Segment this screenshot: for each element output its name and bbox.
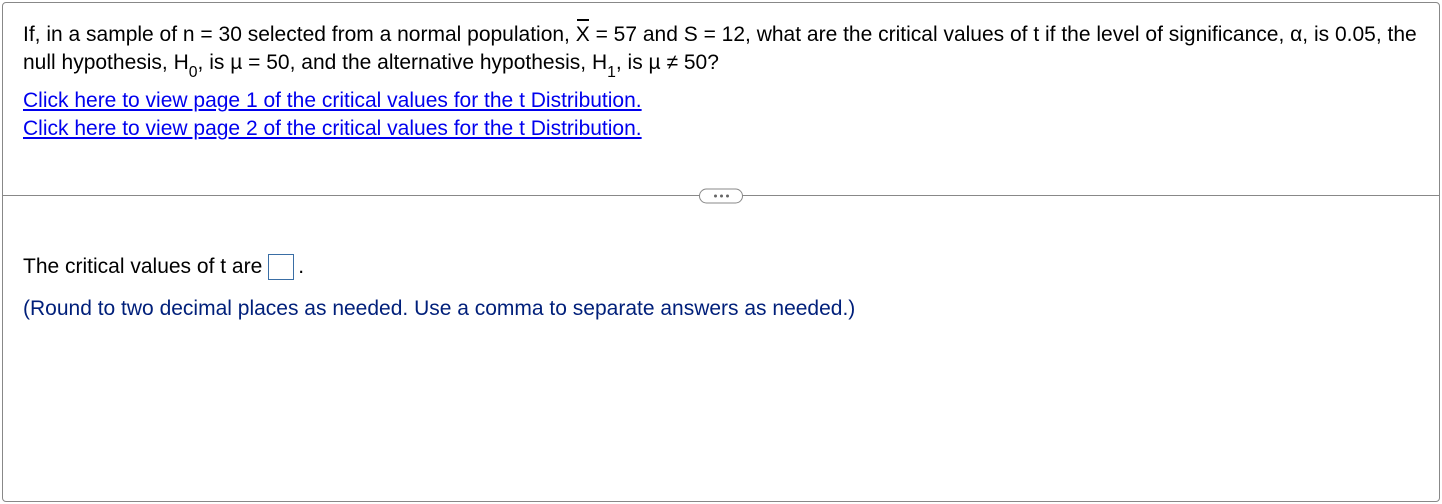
question-text: If, in a sample of n = 30 selected from … <box>23 21 1419 81</box>
section-divider <box>3 195 1439 196</box>
x-bar-symbol: X <box>576 21 590 49</box>
answer-section: The critical values of t are . (Round to… <box>23 251 1419 324</box>
question-part-3: , is µ = 50, and the alternative hypothe… <box>198 51 608 74</box>
ellipsis-icon <box>714 194 729 197</box>
question-part-4: , is µ ≠ 50? <box>616 51 719 74</box>
link-t-distribution-page-2[interactable]: Click here to view page 2 of the critica… <box>23 115 642 143</box>
answer-prompt-line: The critical values of t are . <box>23 251 1419 283</box>
answer-prefix: The critical values of t are <box>23 251 262 283</box>
h0-subscript: 0 <box>189 64 198 81</box>
h1-subscript: 1 <box>607 64 616 81</box>
critical-values-input[interactable] <box>268 254 294 280</box>
answer-suffix: . <box>298 251 304 283</box>
answer-instruction: (Round to two decimal places as needed. … <box>23 293 1419 325</box>
link-t-distribution-page-1[interactable]: Click here to view page 1 of the critica… <box>23 87 642 115</box>
expand-collapse-button[interactable] <box>699 188 743 203</box>
question-part-1: If, in a sample of n = 30 selected from … <box>23 23 576 46</box>
question-container: If, in a sample of n = 30 selected from … <box>2 2 1440 502</box>
